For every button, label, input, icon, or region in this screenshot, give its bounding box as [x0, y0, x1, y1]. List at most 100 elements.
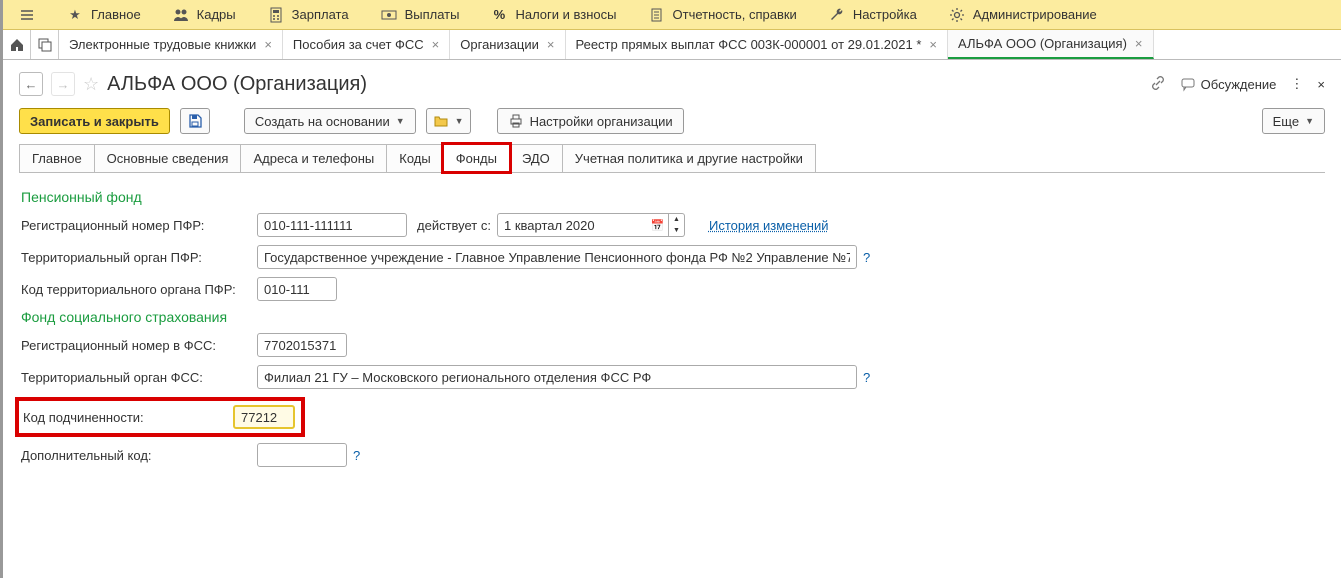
terr-code-label: Код территориального органа ПФР: — [21, 282, 251, 297]
menubar-burger[interactable] — [3, 0, 51, 29]
spin-up-icon[interactable]: ▲ — [669, 214, 684, 225]
close-icon[interactable]: × — [1135, 36, 1143, 51]
reg-pfr-input[interactable] — [257, 213, 407, 237]
close-icon[interactable]: × — [264, 37, 272, 52]
people-icon — [173, 7, 189, 23]
subord-row-highlight: Код подчиненности: — [15, 397, 305, 437]
reg-pfr-label: Регистрационный номер ПФР: — [21, 218, 251, 233]
menubar-label: Отчетность, справки — [673, 7, 797, 22]
report-icon — [649, 7, 665, 23]
gear-icon — [949, 7, 965, 23]
terr-fss-input[interactable] — [257, 365, 857, 389]
spin-buttons[interactable]: ▲▼ — [669, 213, 685, 237]
section-fss-title: Фонд социального страхования — [21, 309, 1323, 325]
form-tab-edo[interactable]: ЭДО — [509, 144, 563, 172]
tab-ebooks[interactable]: Электронные трудовые книжки × — [59, 30, 283, 59]
valid-from-field: 📅 ▲▼ — [497, 213, 685, 237]
help-icon[interactable]: ? — [863, 250, 870, 265]
create-based-button[interactable]: Создать на основании▼ — [244, 108, 416, 134]
menubar-label: Налоги и взносы — [515, 7, 616, 22]
menubar-nastroika[interactable]: Настройка — [813, 0, 933, 29]
menubar-vyplaty[interactable]: Выплаты — [365, 0, 476, 29]
attach-button[interactable]: ▼ — [426, 108, 471, 134]
diskette-icon — [187, 113, 203, 129]
more-button[interactable]: Еще▼ — [1262, 108, 1325, 134]
close-page-icon[interactable]: × — [1317, 77, 1325, 92]
valid-from-label: действует с: — [417, 218, 491, 233]
menubar-label: Кадры — [197, 7, 236, 22]
menubar-zarplata[interactable]: Зарплата — [252, 0, 365, 29]
spin-down-icon[interactable]: ▼ — [669, 225, 684, 236]
form-tabs: Главное Основные сведения Адреса и телеф… — [19, 144, 1325, 173]
form-body: Пенсионный фонд Регистрационный номер ПФ… — [3, 173, 1341, 485]
org-settings-button[interactable]: Настройки организации — [497, 108, 684, 134]
home-button[interactable] — [3, 30, 31, 59]
back-button[interactable]: ← — [19, 72, 43, 96]
calendar-icon[interactable]: 📅 — [647, 213, 669, 237]
print-icon — [508, 113, 524, 129]
addcode-input[interactable] — [257, 443, 347, 467]
tab-reestr[interactable]: Реестр прямых выплат ФСС 003К-000001 от … — [566, 30, 949, 59]
page-header: ← → ☆ АЛЬФА ООО (Организация) Обсуждение… — [3, 60, 1341, 102]
tab-organizations[interactable]: Организации × — [450, 30, 565, 59]
subord-label: Код подчиненности: — [23, 410, 227, 425]
money-icon — [381, 7, 397, 23]
save-and-close-button[interactable]: Записать и закрыть — [19, 108, 170, 134]
calculator-icon — [268, 7, 284, 23]
close-icon[interactable]: × — [547, 37, 555, 52]
save-button[interactable] — [180, 108, 210, 134]
chevron-down-icon: ▼ — [1305, 116, 1314, 126]
form-tab-fondy[interactable]: Фонды — [443, 144, 510, 172]
menubar-label: Зарплата — [292, 7, 349, 22]
tab-label: АЛЬФА ООО (Организация) — [958, 36, 1127, 51]
help-icon[interactable]: ? — [353, 448, 360, 463]
toolbar: Записать и закрыть Создать на основании▼… — [3, 102, 1341, 144]
form-tab-basic[interactable]: Основные сведения — [94, 144, 242, 172]
chevron-down-icon: ▼ — [396, 116, 405, 126]
link-icon[interactable] — [1150, 75, 1166, 94]
close-icon[interactable]: × — [929, 37, 937, 52]
tab-label: Организации — [460, 37, 539, 52]
menubar-label: Настройка — [853, 7, 917, 22]
tab-label: Электронные трудовые книжки — [69, 37, 256, 52]
form-tab-main[interactable]: Главное — [19, 144, 95, 172]
home-icon — [9, 37, 25, 53]
terr-code-input[interactable] — [257, 277, 337, 301]
history-link[interactable]: История изменений — [709, 218, 829, 233]
menubar-kadry[interactable]: Кадры — [157, 0, 252, 29]
discussion-button[interactable]: Обсуждение — [1180, 76, 1277, 92]
form-tab-codes[interactable]: Коды — [386, 144, 443, 172]
windows-button[interactable] — [31, 30, 59, 59]
section-pfr-title: Пенсионный фонд — [21, 189, 1323, 205]
page-title: АЛЬФА ООО (Организация) — [107, 73, 367, 96]
forward-button[interactable]: → — [51, 72, 75, 96]
windows-icon — [37, 37, 53, 53]
tab-fss-benefits[interactable]: Пособия за счет ФСС × — [283, 30, 450, 59]
star-icon: ★ — [67, 7, 83, 23]
terr-pfr-input[interactable] — [257, 245, 857, 269]
tab-label: Пособия за счет ФСС — [293, 37, 424, 52]
reg-fss-label: Регистрационный номер в ФСС: — [21, 338, 251, 353]
reg-fss-input[interactable] — [257, 333, 347, 357]
menubar-main[interactable]: ★ Главное — [51, 0, 157, 29]
form-tab-addresses[interactable]: Адреса и телефоны — [240, 144, 387, 172]
window-tabs: Электронные трудовые книжки × Пособия за … — [3, 30, 1341, 60]
wrench-icon — [829, 7, 845, 23]
menubar-admin[interactable]: Администрирование — [933, 0, 1113, 29]
subord-input[interactable] — [233, 405, 295, 429]
form-tab-policy[interactable]: Учетная политика и другие настройки — [562, 144, 816, 172]
menubar-label: Выплаты — [405, 7, 460, 22]
menubar-label: Главное — [91, 7, 141, 22]
help-icon[interactable]: ? — [863, 370, 870, 385]
percent-icon: % — [491, 7, 507, 23]
valid-from-input[interactable] — [497, 213, 647, 237]
menubar-nalogi[interactable]: % Налоги и взносы — [475, 0, 632, 29]
tab-label: Реестр прямых выплат ФСС 003К-000001 от … — [576, 37, 922, 52]
more-menu-icon[interactable]: ⋮ — [1290, 76, 1303, 92]
chevron-down-icon: ▼ — [455, 116, 464, 126]
close-icon[interactable]: × — [432, 37, 440, 52]
menu-icon — [19, 7, 35, 23]
favorite-star-icon[interactable]: ☆ — [83, 74, 99, 95]
tab-alpha-org[interactable]: АЛЬФА ООО (Организация) × — [948, 30, 1154, 59]
menubar-otchetnost[interactable]: Отчетность, справки — [633, 0, 813, 29]
